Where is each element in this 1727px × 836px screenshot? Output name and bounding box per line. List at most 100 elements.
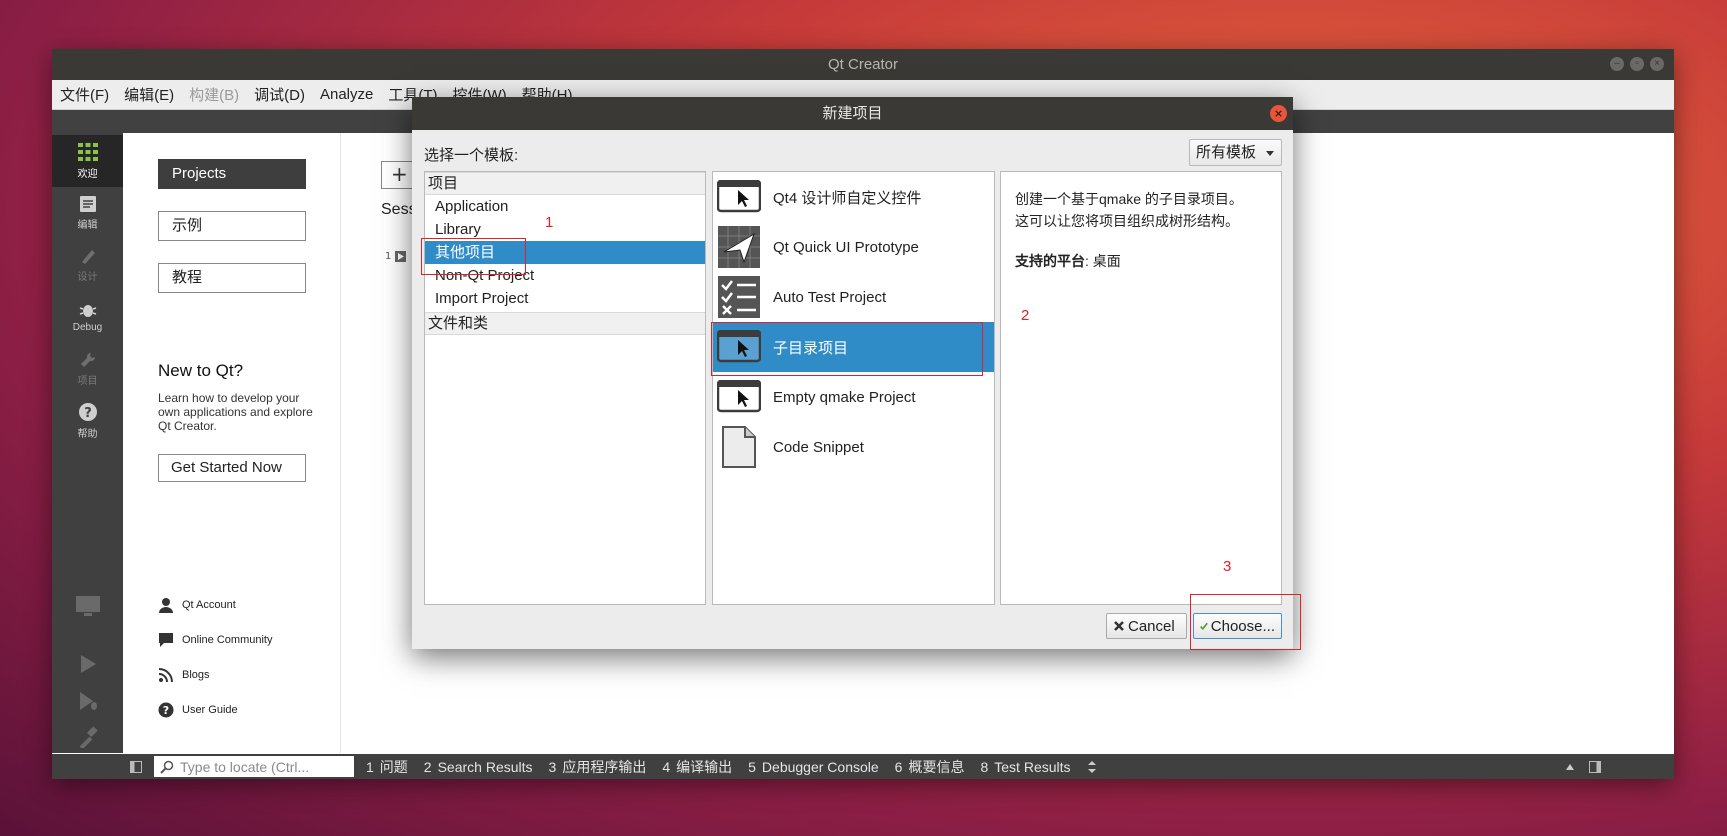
choose-template-label: 选择一个模板: — [424, 147, 519, 164]
design-pen-icon — [81, 250, 95, 264]
template-qt-quick-ui-prototype[interactable]: Qt Quick UI Prototype — [713, 222, 994, 272]
output-tab-search-results[interactable]: 2 Search Results — [424, 759, 533, 775]
close-icon[interactable]: × — [1650, 57, 1664, 71]
examples-button[interactable]: 示例 — [158, 211, 306, 241]
qt-account-link[interactable]: Qt Account — [158, 597, 236, 613]
output-tab-general-messages[interactable]: 6 概要信息 — [895, 757, 965, 777]
more-panes-arrows-icon[interactable] — [1087, 760, 1097, 773]
kit-selector-button[interactable] — [52, 586, 123, 626]
dialog-titlebar[interactable]: 新建项目 — [412, 97, 1293, 130]
new-project-plus-button[interactable]: + — [381, 161, 415, 189]
mode-welcome[interactable]: 欢迎 — [52, 135, 123, 187]
category-header-projects[interactable]: 项目 — [425, 172, 705, 195]
template-empty-qmake-project[interactable]: Empty qmake Project — [713, 372, 994, 422]
session-play-icon — [395, 251, 407, 262]
mode-projects[interactable]: 项目 — [52, 343, 123, 395]
annotation-box-2 — [711, 322, 983, 376]
dialog-title: 新建项目 — [822, 105, 883, 122]
mode-label: 设计 — [77, 272, 98, 283]
tutorials-button[interactable]: 教程 — [158, 263, 306, 293]
link-label: Qt Account — [182, 599, 236, 611]
annotation-number-3: 3 — [1223, 558, 1232, 575]
menu-file[interactable]: 文件(F) — [60, 84, 109, 105]
projects-button[interactable]: Projects — [158, 159, 306, 189]
output-tab-compile-output[interactable]: 4 编译输出 — [662, 757, 732, 777]
category-header-files-classes[interactable]: 文件和类 — [425, 312, 705, 335]
mode-selector: 欢迎 编辑 设计 Debug 项目 ? 帮助 — [52, 133, 123, 753]
debug-bug-icon — [79, 305, 96, 317]
mode-label: 编辑 — [77, 220, 98, 231]
cancel-button[interactable]: Cancel — [1106, 613, 1187, 639]
mode-help[interactable]: ? 帮助 — [52, 395, 123, 447]
link-label: Online Community — [182, 634, 273, 646]
template-filter-select[interactable]: 所有模板 — [1189, 139, 1282, 166]
qt-quick-prototype-icon — [716, 224, 762, 270]
maximize-pane-icon[interactable] — [1565, 763, 1575, 771]
edit-document-icon — [79, 196, 96, 212]
platforms-value: : 桌面 — [1085, 253, 1121, 269]
online-community-link[interactable]: Online Community — [158, 632, 272, 648]
template-description-pane: 创建一个基于qmake 的子目录项目。 这可以让您将项目组织成树形结构。 支持的… — [1000, 171, 1282, 605]
session-row[interactable]: 1 — [385, 251, 407, 262]
template-code-snippet[interactable]: Code Snippet — [713, 422, 994, 472]
mode-label: 帮助 — [77, 429, 98, 440]
menu-debug[interactable]: 调试(D) — [254, 84, 305, 105]
mode-edit[interactable]: 编辑 — [52, 187, 123, 239]
platforms-label: 支持的平台 — [1015, 253, 1085, 269]
mode-label: 项目 — [77, 376, 98, 387]
category-application[interactable]: Application — [425, 195, 705, 218]
toggle-sidebar-icon[interactable] — [130, 760, 142, 773]
template-auto-test-project[interactable]: Auto Test Project — [713, 272, 994, 322]
menu-edit[interactable]: 编辑(E) — [124, 84, 174, 105]
run-button[interactable] — [52, 644, 123, 684]
svg-text:?: ? — [84, 406, 92, 421]
debug-run-icon — [79, 692, 97, 710]
annotation-box-3 — [1190, 594, 1301, 650]
annotation-number-2: 2 — [1021, 307, 1030, 324]
projects-wrench-icon — [80, 352, 95, 367]
category-import-project[interactable]: Import Project — [425, 287, 705, 310]
mode-label: Debug — [72, 322, 103, 333]
get-started-button[interactable]: Get Started Now — [158, 454, 306, 482]
supported-platforms: 支持的平台: 桌面 — [1015, 250, 1273, 272]
mode-design[interactable]: 设计 — [52, 239, 123, 291]
locator-input[interactable]: Type to locate (Ctrl... — [154, 756, 354, 777]
maximize-icon[interactable]: ▫ — [1630, 57, 1644, 71]
help-circle-icon: ? — [158, 702, 174, 718]
cancel-x-icon — [1114, 621, 1124, 631]
toggle-right-sidebar-icon[interactable] — [1588, 760, 1601, 773]
mode-label: 欢迎 — [77, 169, 98, 180]
template-label: Empty qmake Project — [773, 388, 916, 406]
description-line-1: 创建一个基于qmake 的子目录项目。 — [1015, 191, 1243, 207]
template-list: Qt4 设计师自定义控件 Qt Quick UI Prototype Auto … — [712, 171, 995, 605]
empty-qmake-project-icon — [716, 374, 762, 420]
chevron-down-icon — [1266, 151, 1274, 156]
minimize-icon[interactable]: – — [1610, 57, 1624, 71]
template-qt4-designer-widget[interactable]: Qt4 设计师自定义控件 — [713, 172, 994, 222]
help-question-icon: ? — [78, 403, 97, 421]
output-tab-issues[interactable]: 1 问题 — [366, 757, 408, 777]
qt-designer-widget-icon — [716, 174, 762, 220]
output-tab-debugger-console[interactable]: 5 Debugger Console — [748, 759, 879, 775]
debug-run-button[interactable] — [52, 681, 123, 721]
output-tab-test-results[interactable]: 8 Test Results — [980, 759, 1070, 775]
output-tab-application-output[interactable]: 3 应用程序输出 — [549, 757, 647, 777]
monitor-icon — [75, 596, 100, 616]
annotation-number-1: 1 — [545, 214, 554, 231]
description-line-2: 这可以让您将项目组织成树形结构。 — [1015, 213, 1239, 229]
build-hammer-icon — [79, 726, 98, 748]
search-icon — [160, 760, 174, 774]
window-titlebar[interactable]: Qt Creator – ▫ × — [52, 49, 1674, 80]
user-guide-link[interactable]: ? User Guide — [158, 702, 238, 718]
chat-bubble-icon — [159, 633, 173, 647]
template-label: Code Snippet — [773, 438, 864, 456]
blogs-link[interactable]: Blogs — [158, 667, 210, 683]
build-button[interactable] — [52, 717, 123, 757]
menu-analyze[interactable]: Analyze — [320, 86, 373, 103]
menu-build[interactable]: 构建(B) — [189, 84, 239, 105]
filter-value: 所有模板 — [1196, 144, 1257, 161]
mode-debug[interactable]: Debug — [52, 291, 123, 343]
welcome-sidebar: Projects 示例 教程 New to Qt? Learn how to d… — [123, 133, 341, 753]
dialog-close-icon[interactable]: × — [1270, 105, 1287, 122]
link-label: Blogs — [182, 669, 210, 681]
